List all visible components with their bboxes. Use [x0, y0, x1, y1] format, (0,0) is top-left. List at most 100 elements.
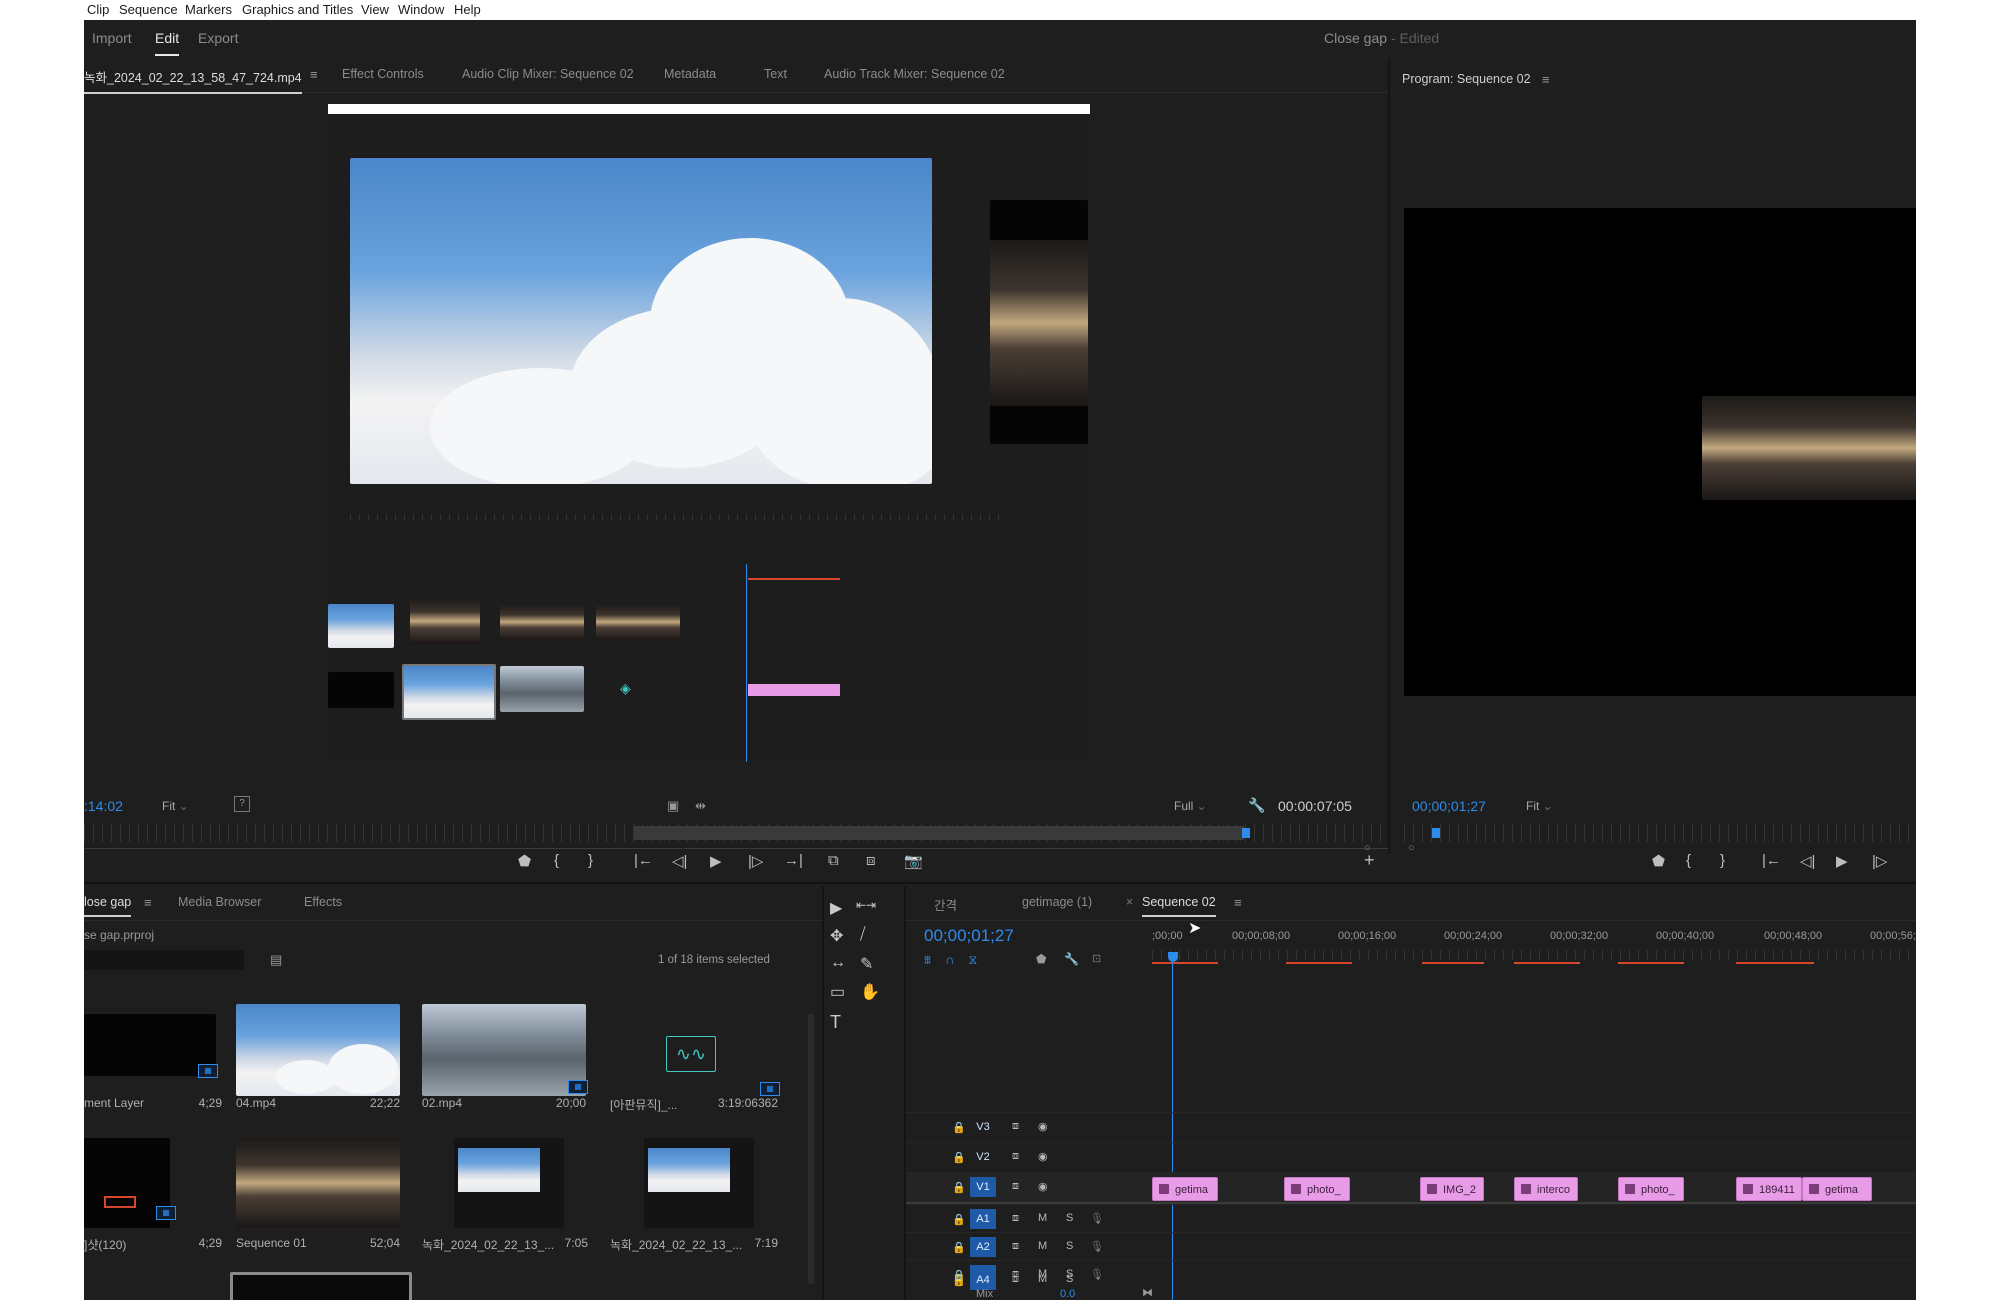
timeline-clip[interactable]: getima	[1802, 1177, 1872, 1201]
project-item-thumb[interactable]	[84, 1014, 216, 1076]
sync-icon[interactable]: ⧈	[1012, 1273, 1019, 1286]
menu-sequence[interactable]: Sequence	[119, 2, 178, 17]
eye-icon[interactable]: ◉	[1038, 1120, 1048, 1133]
drag-audio-icon[interactable]: ⇹	[695, 798, 706, 814]
play-button[interactable]: ▶	[710, 852, 722, 870]
go-to-in-button[interactable]: |←	[634, 852, 653, 869]
sync-icon[interactable]: ⧈	[1012, 1150, 1019, 1163]
sync-icon[interactable]: ⧈	[1012, 1180, 1019, 1193]
program-menu-icon[interactable]: ≡	[1542, 72, 1550, 87]
program-title[interactable]: Program: Sequence 02	[1402, 72, 1531, 86]
close-tab-icon[interactable]: ×	[1126, 895, 1133, 909]
tab-sequence-02[interactable]: Sequence 02	[1142, 895, 1216, 917]
program-mark-out-button[interactable]: }	[1720, 852, 1725, 869]
track-label-a4[interactable]: A4	[970, 1270, 996, 1290]
track-label-v1[interactable]: V1	[970, 1177, 996, 1197]
mute-button[interactable]: M	[1038, 1273, 1047, 1285]
source-quality-dropdown[interactable]: Full	[1174, 799, 1207, 813]
timeline-clip[interactable]: interco	[1514, 1177, 1578, 1201]
program-mark-in-button[interactable]: {	[1686, 852, 1691, 869]
solo-button[interactable]: S	[1066, 1240, 1073, 1252]
project-scrollbar[interactable]	[808, 1014, 814, 1284]
lock-icon[interactable]: 🔒	[952, 1121, 966, 1134]
razor-tool-icon[interactable]: ⧸	[860, 926, 865, 944]
timeline-playhead[interactable]	[1168, 952, 1178, 962]
workspace-export[interactable]: Export	[198, 30, 238, 46]
project-item-thumb[interactable]	[644, 1138, 754, 1228]
eye-icon[interactable]: ◉	[1038, 1150, 1048, 1163]
type-tool-icon[interactable]: T	[830, 1012, 841, 1033]
tab-project[interactable]: lose gap	[84, 895, 132, 917]
lock-icon[interactable]: 🔒	[952, 1213, 966, 1226]
timeline-toolbar-icons[interactable]: ⩩∩⧖	[924, 952, 1144, 968]
go-to-out-button[interactable]: →|	[784, 852, 803, 869]
workspace-edit[interactable]: Edit	[155, 30, 180, 56]
source-timecode-left[interactable]: :14:02	[84, 798, 123, 814]
project-item-thumb-selected[interactable]	[230, 1272, 412, 1300]
sync-icon[interactable]: ⧈	[1012, 1212, 1019, 1225]
menu-window[interactable]: Window	[398, 2, 444, 17]
source-fit-dropdown[interactable]: Fit	[162, 799, 189, 813]
step-back-button[interactable]: ◁|	[672, 852, 687, 870]
solo-button[interactable]: S	[1066, 1273, 1073, 1285]
ripple-edit-tool-icon[interactable]: ✥	[830, 926, 843, 946]
project-item-thumb[interactable]	[454, 1138, 564, 1228]
new-bin-icon[interactable]: ▤	[270, 952, 282, 968]
program-step-back-button[interactable]: ◁|	[1800, 852, 1815, 870]
program-playhead[interactable]	[1432, 828, 1440, 838]
lock-icon[interactable]: 🔒	[952, 1274, 966, 1287]
timeline-tick-ruler[interactable]	[1152, 950, 1916, 960]
tab-media-browser[interactable]: Media Browser	[178, 895, 261, 909]
tab-text[interactable]: Text	[764, 67, 787, 81]
eye-icon[interactable]: ◉	[1038, 1180, 1048, 1193]
tab-source-clip[interactable]: 녹화_2024_02_22_13_58_47_724.mp4	[84, 67, 302, 94]
wrench-icon[interactable]: 🔧	[1248, 797, 1265, 814]
menu-view[interactable]: View	[361, 2, 389, 17]
menu-graphics-titles[interactable]: Graphics and Titles	[242, 2, 353, 17]
sync-icon[interactable]: ⧈	[1012, 1120, 1019, 1133]
tab-audio-track-mixer[interactable]: Audio Track Mixer: Sequence 02	[824, 67, 1005, 81]
project-item-thumb[interactable]	[422, 1004, 586, 1096]
tab-sequence-gap[interactable]: 간격	[934, 895, 957, 914]
program-play-button[interactable]: ▶	[1836, 852, 1848, 870]
menu-markers[interactable]: Markers	[185, 2, 232, 17]
lock-icon[interactable]: 🔒	[952, 1151, 966, 1164]
audio-waveform-icon[interactable]: ∿∿	[666, 1036, 716, 1072]
menu-clip[interactable]: Clip	[87, 2, 109, 17]
add-marker-button[interactable]: ⬟	[518, 852, 531, 870]
mic-icon[interactable]: 🎙	[1090, 1212, 1104, 1225]
timeline-settings-icon[interactable]: 🔧	[1064, 952, 1079, 966]
project-item-thumb[interactable]	[236, 1138, 400, 1228]
mute-button[interactable]: M	[1038, 1240, 1047, 1252]
program-step-forward-button[interactable]: |▷	[1872, 852, 1887, 870]
project-item-thumb[interactable]	[236, 1004, 400, 1096]
program-add-marker-button[interactable]: ⬟	[1652, 852, 1665, 870]
lock-icon[interactable]: 🔒	[952, 1241, 966, 1254]
workspace-import[interactable]: Import	[92, 30, 132, 46]
track-label-a2[interactable]: A2	[970, 1237, 996, 1257]
add-marker-icon[interactable]: ⬟	[1036, 952, 1046, 966]
tab-getimage[interactable]: getimage (1)	[1022, 895, 1092, 909]
program-fit-dropdown[interactable]: Fit	[1526, 799, 1553, 813]
track-select-tool-icon[interactable]: ⇤⇥	[856, 898, 876, 912]
export-frame-button[interactable]: 📷	[904, 852, 923, 870]
track-label-v3[interactable]: V3	[970, 1117, 996, 1137]
mix-value[interactable]: 0.0	[1060, 1288, 1075, 1300]
timeline-timecode[interactable]: 00;00;01;27	[924, 926, 1014, 946]
overwrite-button[interactable]: ⧈	[866, 852, 876, 869]
project-menu-icon[interactable]: ≡	[144, 895, 152, 910]
source-in-out-range[interactable]	[634, 826, 1244, 840]
insert-button[interactable]: ⧉	[828, 852, 839, 869]
step-forward-button[interactable]: |▷	[748, 852, 763, 870]
hand-tool-icon[interactable]: ✋	[860, 982, 880, 1002]
tab-audio-clip-mixer[interactable]: Audio Clip Mixer: Sequence 02	[462, 67, 634, 81]
tab-metadata[interactable]: Metadata	[664, 67, 716, 81]
project-search-input[interactable]	[84, 950, 244, 970]
source-playhead[interactable]	[1242, 828, 1250, 838]
timeline-clip[interactable]: photo_	[1618, 1177, 1684, 1201]
timeline-clip[interactable]: getima	[1152, 1177, 1218, 1201]
timeline-clip[interactable]: photo_	[1284, 1177, 1350, 1201]
selection-tool-icon[interactable]: ▶	[830, 898, 842, 918]
mark-out-button[interactable]: }	[588, 852, 593, 869]
timeline-menu-icon[interactable]: ≡	[1234, 895, 1242, 910]
